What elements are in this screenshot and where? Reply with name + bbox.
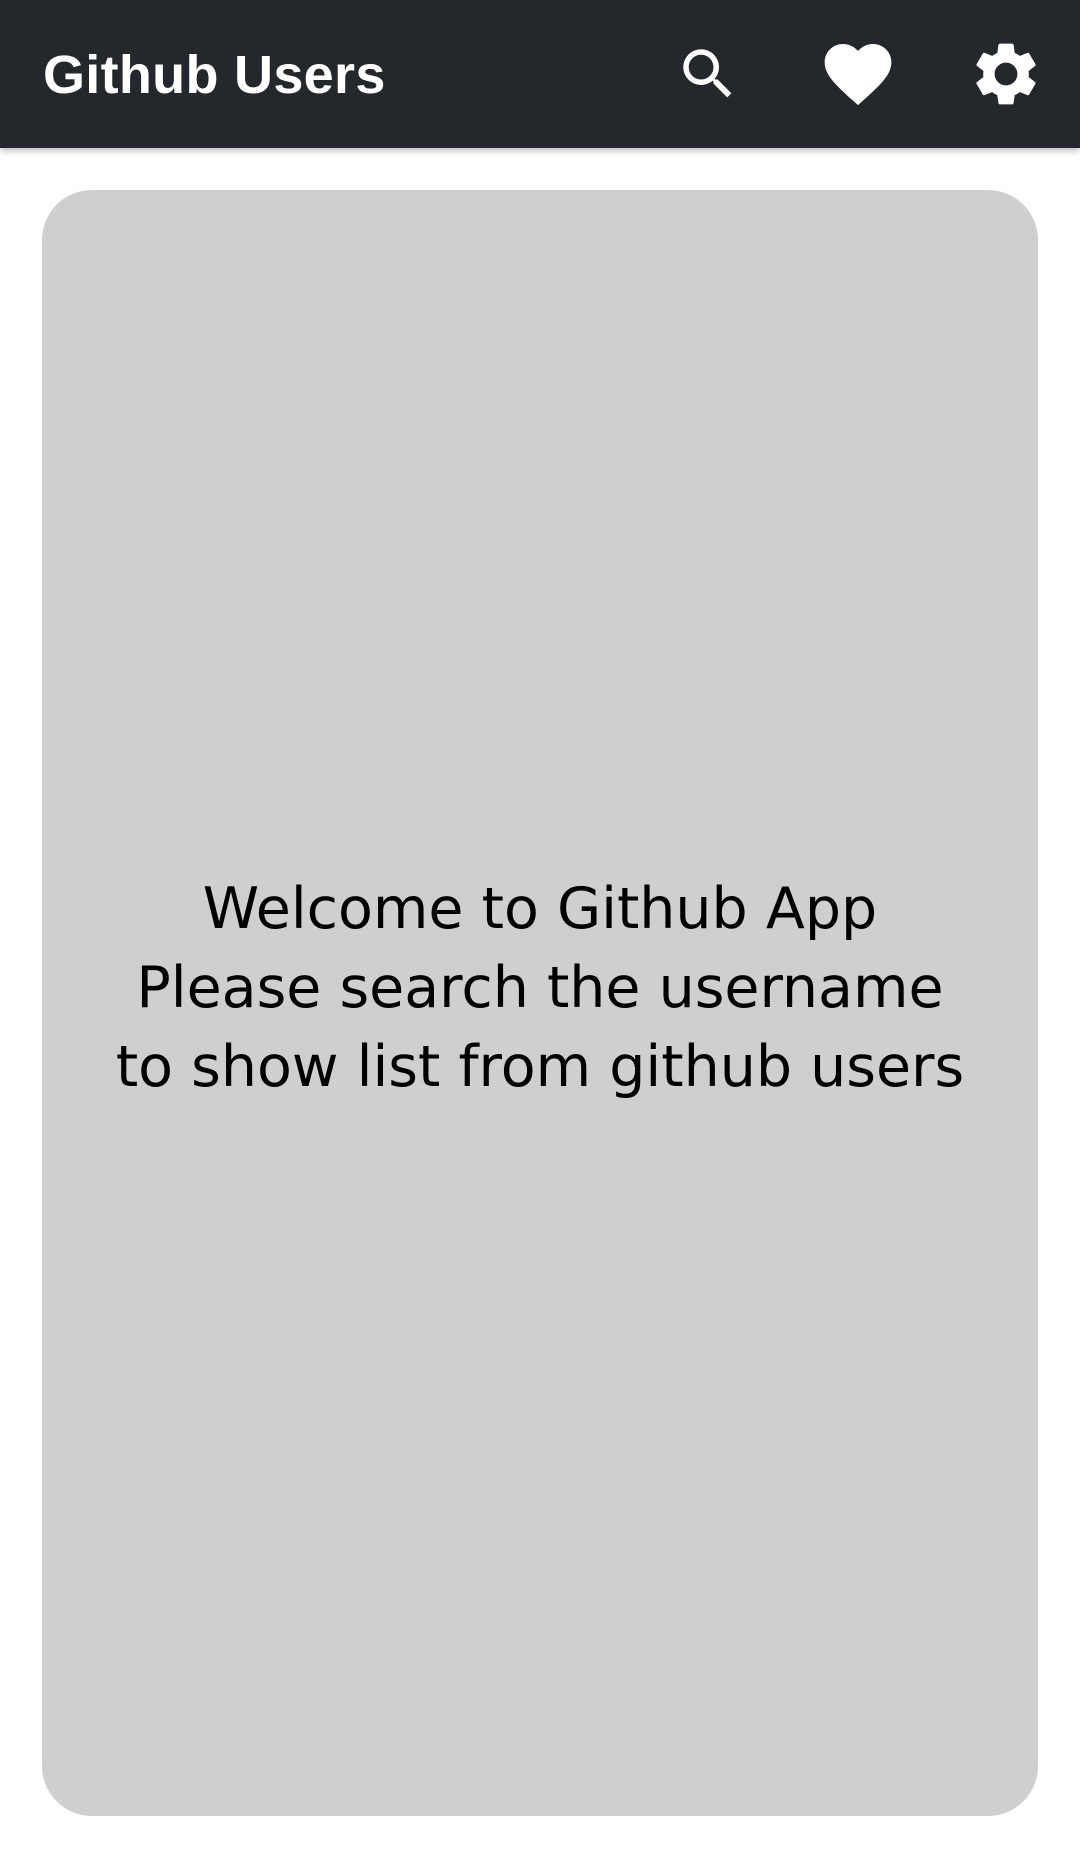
- favorite-button[interactable]: [818, 34, 898, 114]
- settings-button[interactable]: [966, 34, 1046, 114]
- app-title: Github Users: [43, 45, 386, 105]
- instruction-line-2: to show list from github users: [115, 1033, 965, 1100]
- heart-icon: [818, 34, 898, 114]
- search-icon: [675, 41, 741, 107]
- instruction-line: Please search the username: [136, 954, 944, 1021]
- app-toolbar: Github Users: [0, 0, 1080, 148]
- gear-icon: [968, 36, 1044, 112]
- welcome-line: Welcome to Github App: [202, 875, 878, 942]
- empty-state-message: Welcome to Github App Please search the …: [116, 870, 964, 1107]
- search-button[interactable]: [668, 34, 748, 114]
- app-screen: Github Users Welcome to Github App Pleas…: [0, 0, 1080, 1858]
- empty-state-card: Welcome to Github App Please search the …: [42, 190, 1038, 1816]
